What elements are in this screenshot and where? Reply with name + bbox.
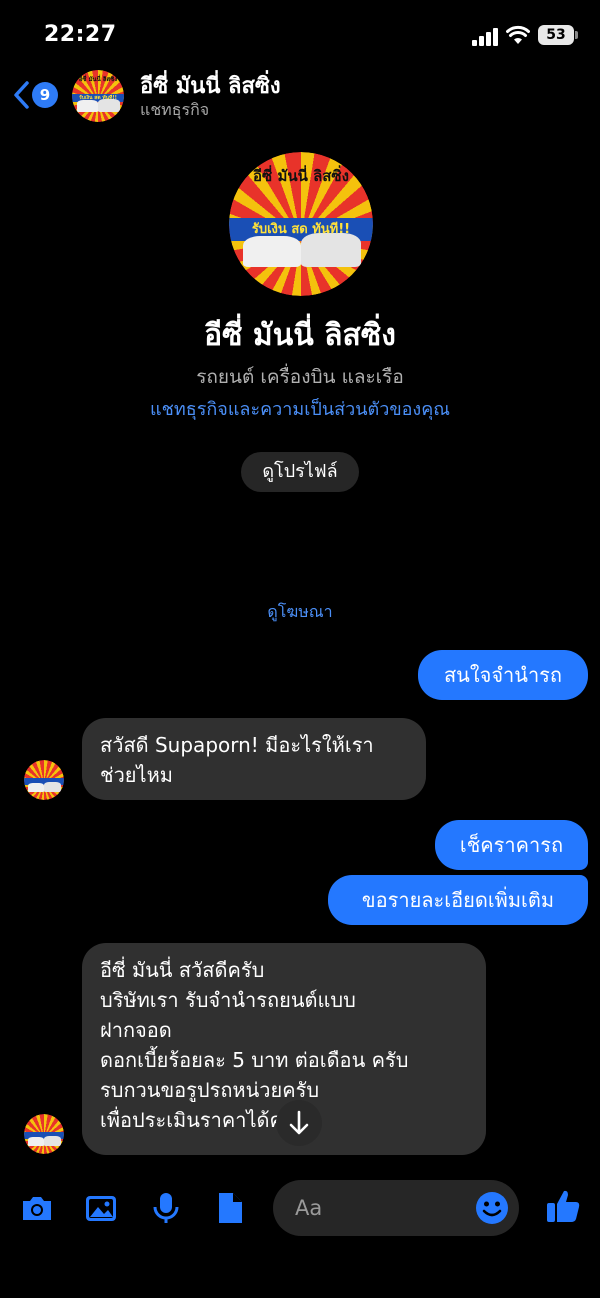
camera-icon[interactable] [19, 1190, 55, 1226]
status-bar: 22:27 53 [0, 0, 600, 70]
scroll-to-bottom-button[interactable] [276, 1100, 322, 1146]
profile-name: อีซี่ มันนี่ ลิสซิ่ง [204, 318, 396, 353]
outgoing-message[interactable]: เช็คราคารถ [435, 820, 588, 870]
arrow-down-icon [289, 1110, 309, 1135]
message-input-container[interactable] [273, 1180, 519, 1236]
back-button[interactable]: 9 [12, 78, 62, 112]
business-logo: อีซี่ มันนี่ ลิสซิ่ง รับเงิน สด ทันที!! [72, 70, 124, 122]
logo-band-text: รับเงิน สด ทันที!! [79, 94, 117, 101]
wifi-icon [506, 25, 530, 44]
chat-header: 9 อีซี่ มันนี่ ลิสซิ่ง รับเงิน สด ทันที!… [0, 66, 600, 128]
microphone-icon[interactable] [148, 1190, 184, 1226]
back-chevron-icon [14, 81, 29, 109]
outgoing-message[interactable]: ขอรายละเอียดเพิ่มเติม [328, 875, 588, 925]
emoji-icon[interactable] [475, 1191, 509, 1225]
logo-band-text-large: รับเงิน สด ทันที!! [251, 222, 351, 238]
message-line: อีซี่ มันนี่ สวัสดีครับ [100, 958, 265, 982]
message-composer [0, 1170, 600, 1250]
logo-top-text-large: อีซี่ มันนี่ ลิสซิ่ง [253, 166, 349, 185]
header-avatar[interactable]: อีซี่ มันนี่ ลิสซิ่ง รับเงิน สด ทันที!! [72, 70, 124, 122]
profile-avatar[interactable]: อีซี่ มันนี่ ลิสซิ่ง รับเงิน สด ทันที!! [229, 152, 373, 296]
privacy-info-link[interactable]: แชทธุรกิจและความเป็นส่วนตัวของคุณ [0, 394, 600, 423]
message-line: สวัสดี Supaporn! มีอะไรให้เรา [100, 733, 374, 757]
cellular-signal-icon [472, 28, 500, 46]
outgoing-message[interactable]: สนใจจำนำรถ [418, 650, 588, 700]
message-line: ช่วยไหม [100, 763, 173, 787]
document-icon[interactable] [212, 1190, 248, 1226]
view-profile-button[interactable]: ดูโปรไฟล์ [241, 452, 359, 492]
sender-avatar[interactable] [24, 1114, 64, 1154]
view-ad-link[interactable]: ดูโฆษณา [0, 600, 600, 625]
thumbs-up-icon[interactable] [544, 1187, 582, 1225]
message-line: บริษัทเรา รับจำนำรถยนต์แบบ [100, 988, 356, 1012]
message-line: ดอกเบี้ยร้อยละ 5 บาท ต่อเดือน ครับ [100, 1048, 409, 1072]
logo-top-text: อีซี่ มันนี่ ลิสซิ่ง [78, 76, 118, 84]
unread-count-badge: 9 [32, 82, 58, 108]
sender-avatar[interactable] [24, 760, 64, 800]
message-input[interactable] [295, 1180, 475, 1236]
status-time: 22:27 [44, 22, 117, 47]
image-icon[interactable] [83, 1190, 119, 1226]
header-subtitle: แชทธุรกิจ [140, 100, 210, 119]
battery-indicator: 53 [538, 25, 578, 45]
incoming-message[interactable]: สวัสดี Supaporn! มีอะไรให้เรา ช่วยไหม [82, 718, 426, 800]
profile-category: รถยนต์ เครื่องบิน และเรือ [196, 366, 404, 388]
message-line: ฝากจอด [100, 1018, 172, 1042]
business-logo-large: อีซี่ มันนี่ ลิสซิ่ง รับเงิน สด ทันที!! [229, 152, 373, 296]
